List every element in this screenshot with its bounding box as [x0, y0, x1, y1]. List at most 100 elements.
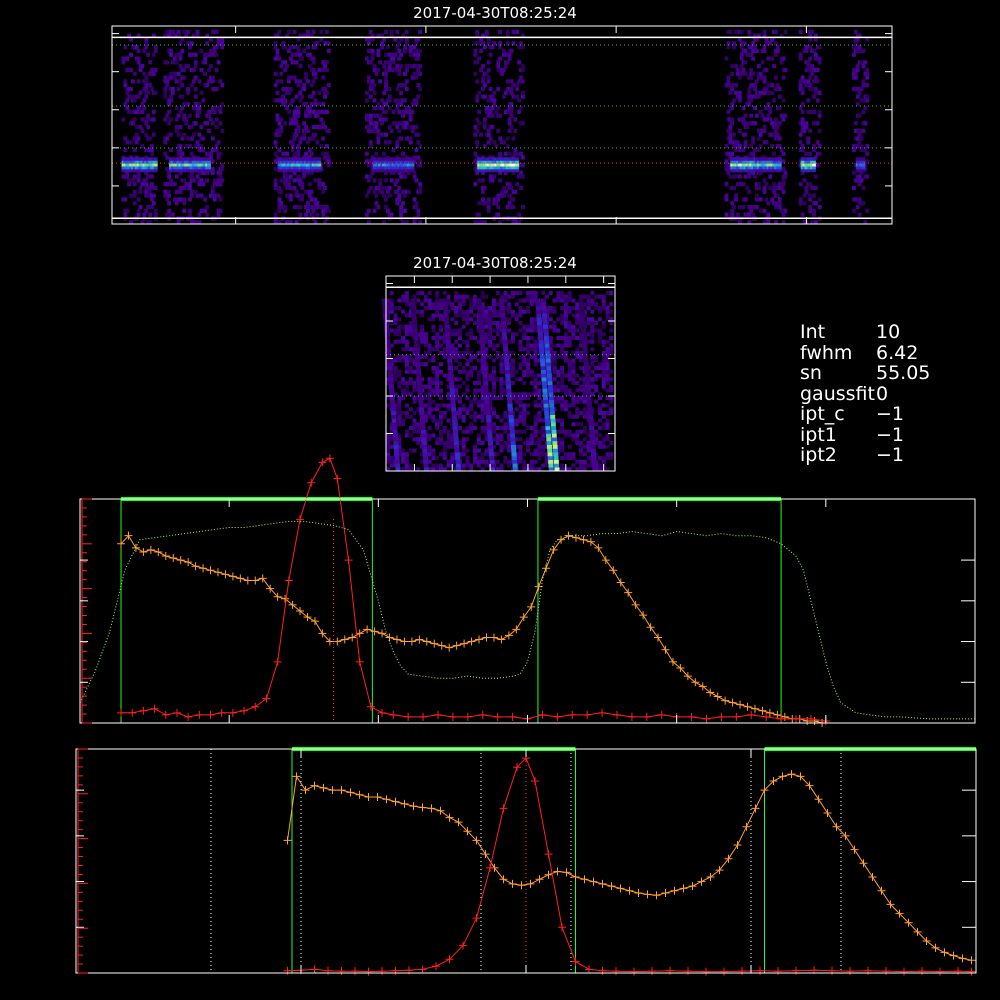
- noise-pixel: [311, 204, 316, 210]
- noise-pixel: [304, 109, 308, 114]
- noise-pixel: [567, 291, 572, 295]
- streak-pixel: [510, 437, 516, 442]
- noise-pixel: [431, 328, 436, 333]
- noise-pixel: [385, 45, 390, 50]
- noise-pixel: [605, 444, 610, 449]
- noise-pixel: [758, 71, 763, 76]
- noise-pixel: [571, 377, 576, 382]
- noise-pixel: [404, 354, 409, 359]
- noise-pixel: [438, 441, 443, 445]
- noise-pixel: [582, 463, 587, 468]
- noise-pixel: [401, 452, 406, 457]
- noise-pixel: [601, 437, 606, 442]
- noise-pixel: [435, 441, 440, 445]
- noise-pixel: [197, 79, 202, 84]
- noise-pixel: [283, 121, 288, 126]
- noise-pixel: [775, 45, 780, 50]
- noise-pixel: [563, 317, 568, 322]
- noise-pixel: [214, 86, 219, 92]
- streak-pixel: [415, 362, 421, 367]
- noise-pixel: [509, 113, 514, 118]
- streak-pixel: [394, 459, 400, 464]
- noise-pixel: [575, 459, 580, 464]
- noise-pixel: [174, 201, 179, 206]
- noise-pixel: [382, 64, 386, 69]
- noise-pixel: [510, 339, 515, 344]
- streak-pixel: [489, 456, 495, 460]
- noise-pixel: [465, 459, 470, 464]
- noise-pixel: [435, 298, 440, 303]
- noise-pixel: [728, 29, 733, 35]
- noise-pixel: [494, 201, 499, 206]
- noise-pixel: [138, 125, 143, 130]
- noise-pixel: [505, 204, 510, 210]
- noise-pixel: [747, 29, 752, 35]
- noise-pixel: [473, 452, 478, 457]
- noise-pixel: [859, 60, 864, 65]
- noise-pixel: [427, 403, 432, 408]
- noise-pixel: [490, 94, 495, 99]
- noise-pixel: [412, 422, 417, 427]
- data-point-marker: [333, 637, 342, 646]
- noise-pixel: [285, 64, 289, 69]
- noise-pixel: [567, 324, 572, 329]
- noise-pixel: [450, 452, 455, 457]
- noise-pixel: [488, 328, 493, 333]
- noise-pixel: [404, 79, 409, 84]
- noise-pixel: [579, 354, 584, 359]
- noise-pixel: [412, 426, 417, 430]
- streak-pixel: [486, 422, 492, 427]
- noise-pixel: [446, 433, 451, 438]
- noise-pixel: [728, 128, 733, 134]
- data-point-marker: [445, 643, 454, 652]
- noise-pixel: [397, 193, 402, 198]
- noise-pixel: [491, 321, 496, 325]
- noise-pixel: [857, 128, 862, 134]
- noise-pixel: [863, 147, 868, 153]
- noise-pixel: [296, 113, 301, 118]
- noise-pixel: [575, 354, 580, 359]
- noise-pixel: [465, 317, 470, 322]
- noise-pixel: [514, 377, 519, 382]
- noise-pixel: [556, 354, 561, 359]
- noise-pixel: [484, 452, 489, 457]
- noise-pixel: [499, 369, 504, 374]
- noise-pixel: [798, 52, 803, 57]
- noise-pixel: [479, 201, 483, 206]
- noise-pixel: [304, 125, 308, 130]
- noise-pixel: [368, 117, 373, 122]
- streak-pixel: [543, 407, 549, 412]
- noise-pixel: [408, 448, 413, 453]
- noise-pixel: [812, 109, 816, 114]
- noise-pixel: [521, 79, 525, 84]
- noise-pixel: [391, 60, 396, 65]
- noise-pixel: [386, 452, 390, 457]
- noise-pixel: [810, 71, 814, 76]
- noise-pixel: [389, 302, 394, 307]
- streak-pixel: [552, 437, 558, 442]
- streak-pixel: [501, 324, 507, 329]
- noise-pixel: [800, 86, 805, 92]
- noise-pixel: [560, 336, 565, 340]
- noise-pixel: [556, 373, 561, 378]
- noise-pixel: [146, 174, 151, 179]
- noise-pixel: [802, 178, 807, 183]
- noise-pixel: [431, 414, 436, 419]
- noise-pixel: [571, 452, 576, 457]
- noise-pixel: [461, 403, 466, 408]
- streak-pixel: [479, 332, 485, 337]
- streak-pixel: [414, 347, 420, 352]
- streak-pixel: [447, 362, 453, 367]
- streak-pixel: [442, 302, 448, 307]
- noise-pixel: [408, 324, 413, 329]
- noise-pixel: [514, 332, 519, 337]
- noise-pixel: [745, 125, 750, 130]
- noise-pixel: [442, 411, 447, 415]
- streak-pixel: [448, 377, 454, 382]
- streak-pixel: [544, 343, 550, 348]
- noise-pixel: [764, 140, 769, 145]
- noise-pixel: [326, 155, 331, 160]
- streak-pixel: [544, 418, 550, 423]
- noise-pixel: [586, 444, 591, 449]
- noise-pixel: [408, 328, 413, 333]
